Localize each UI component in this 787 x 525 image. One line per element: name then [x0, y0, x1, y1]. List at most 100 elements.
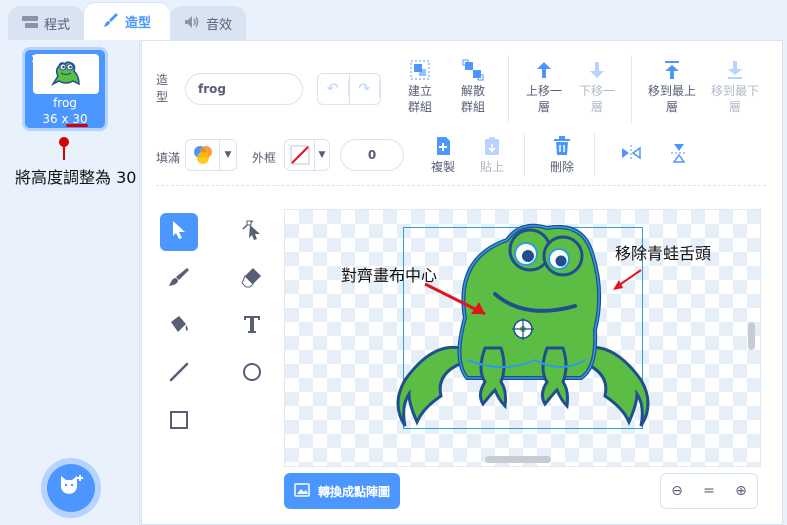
costume-name: frog — [53, 96, 77, 110]
redo-button[interactable]: ↷ — [350, 74, 380, 104]
reshape-tool[interactable] — [233, 213, 271, 251]
circle-icon — [241, 361, 263, 387]
costume-item[interactable]: 1 frog 36 x 30 — [22, 47, 108, 131]
zoom-in-icon: ⊕ — [735, 483, 747, 499]
convert-to-bitmap-label: 轉換成點陣圖 — [317, 484, 390, 499]
cat-plus-icon — [58, 474, 84, 503]
eraser-tool[interactable] — [233, 260, 271, 298]
choose-costume-button[interactable] — [47, 464, 95, 512]
arrow-bottom-icon — [724, 59, 746, 81]
tab-sounds[interactable]: 音效 — [170, 6, 246, 40]
copy-label: 複製 — [430, 160, 455, 174]
flip-vertical-button[interactable] — [649, 142, 709, 166]
arrow-up-icon — [533, 59, 555, 81]
paste-button[interactable]: 貼上 — [462, 135, 522, 175]
fill-color-picker[interactable]: ▼ — [185, 139, 237, 171]
to-back-button[interactable]: 移到最下層 — [705, 59, 765, 115]
annotation-height: 將高度調整為 30 — [15, 168, 137, 187]
eraser-icon — [241, 266, 263, 292]
horizontal-scrollbar[interactable] — [485, 456, 551, 463]
circle-tool[interactable] — [233, 355, 271, 393]
costume-list: 1 frog 36 x 30 將高度調整為 30 — [0, 40, 140, 525]
costume-size: 36 x 30 — [42, 112, 88, 126]
group-button[interactable]: 建立群組 — [390, 59, 450, 115]
ungroup-label: 解散群組 — [460, 84, 485, 114]
redo-icon: ↷ — [350, 81, 380, 97]
outline-color-picker[interactable]: ▼ — [284, 139, 330, 171]
annotation-center: 對齊畫布中心 — [341, 266, 438, 285]
brush-icon — [103, 12, 119, 32]
square-icon — [168, 409, 190, 435]
editor-tabs: 程式 造型 音效 — [0, 0, 787, 40]
tab-code[interactable]: 程式 — [8, 6, 84, 40]
forward-label: 上移一層 — [526, 84, 563, 114]
annotation-tongue: 移除青蛙舌頭 — [615, 244, 712, 263]
chevron-down-icon: ▼ — [224, 150, 232, 160]
toolbar-divider — [594, 133, 595, 177]
costume-name-input[interactable]: frog — [185, 73, 303, 105]
size-underline-mark — [66, 124, 88, 127]
zoom-in-button[interactable]: ⊕ — [725, 474, 757, 508]
text-tool[interactable] — [233, 307, 271, 345]
fill-swatch — [186, 140, 220, 170]
vertical-scrollbar[interactable] — [748, 322, 755, 350]
backward-button[interactable]: 下移一層 — [567, 59, 627, 115]
brush-tool[interactable] — [160, 260, 198, 298]
arrow-top-icon — [661, 59, 683, 81]
arrow-down-icon — [586, 59, 608, 81]
undo-icon: ↶ — [318, 81, 349, 97]
toolbar-divider — [508, 55, 509, 123]
drawing-canvas[interactable]: 對齊畫布中心 移除青蛙舌頭 — [284, 209, 761, 467]
paint-bucket-icon — [168, 313, 190, 339]
outline-swatch — [285, 140, 315, 170]
ungroup-button[interactable]: 解散群組 — [443, 59, 503, 115]
delete-label: 刪除 — [549, 160, 574, 174]
image-icon — [294, 482, 310, 500]
arrow-pointer-icon — [170, 220, 188, 244]
zoom-out-button[interactable]: ⊖ — [661, 474, 693, 508]
outline-width-input[interactable]: 0 — [340, 139, 404, 171]
tab-costumes-label: 造型 — [124, 16, 151, 31]
group-label: 建立群組 — [407, 84, 432, 114]
rectangle-tool[interactable] — [160, 403, 198, 441]
ungroup-icon — [462, 59, 484, 81]
brush-icon — [168, 266, 190, 292]
to-front-button[interactable]: 移到最上層 — [642, 59, 702, 115]
paint-editor: 造型 frog ↶ ↷ 建立群組 解散群組 上移一層 下移一層 移到最上層 移到… — [141, 40, 783, 525]
tab-code-label: 程式 — [43, 18, 70, 33]
zoom-reset-icon: = — [703, 483, 715, 499]
paste-label: 貼上 — [479, 160, 504, 174]
undo-button[interactable]: ↶ — [318, 74, 350, 104]
undo-redo-group: ↶ ↷ — [317, 73, 381, 105]
to-front-label: 移到最上層 — [648, 84, 697, 114]
line-icon — [168, 361, 190, 387]
line-tool[interactable] — [160, 355, 198, 393]
speaker-icon — [184, 15, 200, 33]
flip-horizontal-icon — [620, 142, 642, 164]
zoom-controls: ⊖ = ⊕ — [660, 473, 758, 509]
delete-button[interactable]: 刪除 — [532, 135, 592, 175]
fill-tool[interactable] — [160, 307, 198, 345]
trash-icon — [551, 135, 573, 157]
convert-to-bitmap-button[interactable]: 轉換成點陣圖 — [284, 473, 400, 509]
toolbar-divider — [631, 55, 632, 123]
select-tool[interactable] — [160, 213, 198, 251]
group-icon — [409, 59, 431, 81]
flip-vertical-icon — [668, 142, 690, 164]
tab-costumes[interactable]: 造型 — [83, 2, 171, 40]
zoom-reset-button[interactable]: = — [693, 474, 725, 508]
chevron-down-icon: ▼ — [318, 150, 326, 160]
toolbar-divider — [524, 133, 525, 177]
zoom-out-icon: ⊖ — [671, 483, 683, 499]
costume-thumbnail — [33, 54, 99, 94]
reshape-icon — [241, 219, 263, 245]
paste-icon — [481, 135, 503, 157]
backward-label: 下移一層 — [579, 84, 616, 114]
tab-sounds-label: 音效 — [205, 18, 232, 33]
forward-button[interactable]: 上移一層 — [514, 59, 574, 115]
code-icon — [21, 15, 38, 32]
outline-label: 外框 — [252, 151, 277, 165]
costume-label: 造型 — [156, 73, 169, 104]
to-back-label: 移到最下層 — [711, 84, 760, 114]
text-icon — [241, 313, 263, 339]
